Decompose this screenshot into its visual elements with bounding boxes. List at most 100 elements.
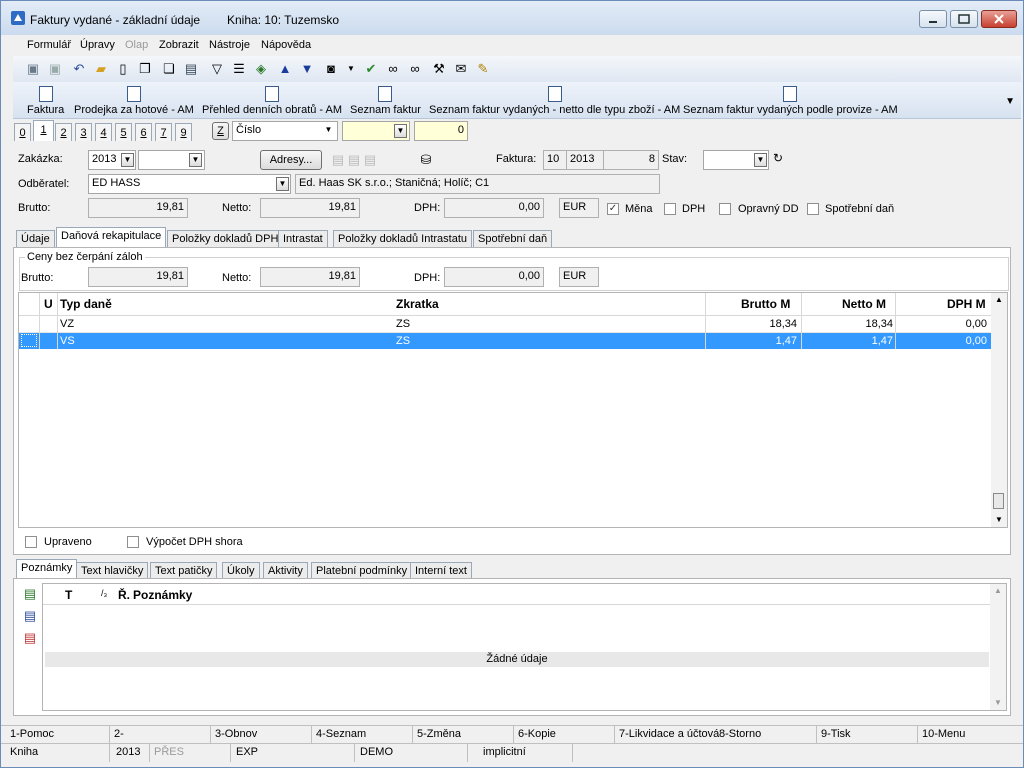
pagetab-2[interactable]: 2 xyxy=(55,123,72,141)
menu-zobrazit[interactable]: Zobrazit xyxy=(159,39,199,51)
pagetab-1[interactable]: 1 xyxy=(33,120,54,141)
col-brutto-header[interactable]: Brutto M xyxy=(741,297,790,311)
coins-icon[interactable]: ⛁ xyxy=(418,152,434,168)
filter-icon[interactable]: ▽ xyxy=(209,61,225,77)
binoculars-next-icon[interactable]: ∞ xyxy=(407,61,423,77)
paste-icon[interactable]: ❏ xyxy=(161,61,177,77)
tab-polozky-dph[interactable]: Položky dokladů DPH xyxy=(167,230,284,247)
mena-checkbox[interactable]: ✓ xyxy=(607,203,619,215)
tab-ukoly[interactable]: Úkoly xyxy=(222,562,260,579)
f6-key[interactable]: 6-Kopie xyxy=(518,728,556,740)
col-t-header[interactable]: T xyxy=(65,588,72,602)
chevron-down-icon[interactable]: ▼ xyxy=(322,124,335,138)
opravny-dd-checkbox[interactable] xyxy=(719,203,731,215)
menu-napoveda[interactable]: Nápověda xyxy=(261,39,311,51)
pagetab-9[interactable]: 9 xyxy=(175,123,192,141)
refresh-icon[interactable]: ↻ xyxy=(773,151,783,165)
report-prodejka-button[interactable]: Prodejka za hotové - AM xyxy=(74,86,194,116)
maximize-button[interactable] xyxy=(950,10,978,28)
scroll-thumb[interactable] xyxy=(993,493,1004,509)
col-dph-header[interactable]: DPH M xyxy=(947,297,986,311)
col-typ-dane-header[interactable]: Typ daně xyxy=(60,297,112,311)
f2-key[interactable]: 2- xyxy=(114,728,124,740)
col-zkratka-header[interactable]: Zkratka xyxy=(396,297,439,311)
notes-scrollbar[interactable]: ▲ ▼ xyxy=(990,584,1006,710)
chevron-down-icon[interactable]: ▼ xyxy=(994,698,1002,707)
col-u-header[interactable]: U xyxy=(44,297,53,311)
tab-spotrebni-dan[interactable]: Spotřební daň xyxy=(473,230,553,247)
report-prehled-button[interactable]: Přehled denních obratů - AM xyxy=(202,86,342,116)
menu-nastroje[interactable]: Nástroje xyxy=(209,39,250,51)
spotrebni-dan-checkbox[interactable] xyxy=(807,203,819,215)
f7-key[interactable]: 7-Likvidace a účtová xyxy=(619,728,719,740)
tab-text-paticky[interactable]: Text patičky xyxy=(150,562,218,579)
table-row[interactable]: VZ ZS 18,34 18,34 0,00 xyxy=(19,316,991,333)
table-row[interactable]: VS ZS 1,47 1,47 0,00 xyxy=(19,333,991,349)
f3-key[interactable]: 3-Obnov xyxy=(215,728,257,740)
chevron-up-icon[interactable]: ▲ xyxy=(995,295,1003,304)
report-faktura-button[interactable]: Faktura xyxy=(27,86,64,116)
new-document-icon[interactable]: ▯ xyxy=(115,61,131,77)
tab-poznamky[interactable]: Poznámky xyxy=(16,559,78,579)
save-icon[interactable]: ▣ xyxy=(25,61,41,77)
menu-upravy[interactable]: Úpravy xyxy=(80,39,115,51)
f5-key[interactable]: 5-Změna xyxy=(417,728,461,740)
tab-aktivity[interactable]: Aktivity xyxy=(263,562,308,579)
chevron-down-icon[interactable]: ▼ xyxy=(754,153,767,167)
binoculars-icon[interactable]: ∞ xyxy=(385,61,401,77)
chevron-down-icon[interactable]: ▼ xyxy=(995,515,1003,524)
upraveno-checkbox[interactable] xyxy=(25,536,37,548)
vypocet-dph-checkbox[interactable] xyxy=(127,536,139,548)
edit-note-icon[interactable]: ▤ xyxy=(22,608,38,624)
title-bar[interactable]: Faktury vydané - základní údaje Kniha: 1… xyxy=(1,1,1023,35)
tab-udaje[interactable]: Údaje xyxy=(16,230,55,247)
open-folder-icon[interactable]: ▰ xyxy=(93,61,109,77)
grid-scrollbar[interactable]: ▲ ▼ xyxy=(991,293,1007,527)
notes-icon[interactable]: ✎ xyxy=(475,61,491,77)
tab-intrastat[interactable]: Intrastat xyxy=(278,230,328,247)
chevron-down-icon[interactable]: ▼ xyxy=(189,153,202,167)
col-r-header[interactable]: Ř. xyxy=(118,588,130,602)
undo-icon[interactable]: ↶ xyxy=(71,61,87,77)
stack-icon[interactable]: ◈ xyxy=(253,61,269,77)
mail-icon[interactable]: ✉ xyxy=(453,61,469,77)
tab-interni-text[interactable]: Interní text xyxy=(410,562,472,579)
report-seznam-faktur-button[interactable]: Seznam faktur xyxy=(350,86,421,116)
tools-icon[interactable]: ⚒ xyxy=(431,61,447,77)
chevron-down-icon[interactable]: ▼ xyxy=(121,153,134,167)
tab-polozky-intrastatu[interactable]: Položky dokladů Intrastatu xyxy=(333,230,473,247)
f4-key[interactable]: 4-Seznam xyxy=(316,728,366,740)
col-sort-header[interactable]: /₃ xyxy=(101,588,107,598)
adresy-button[interactable]: Adresy... xyxy=(260,150,322,170)
arrow-up-icon[interactable]: ▲ xyxy=(277,61,293,77)
report-seznam-provize-button[interactable]: Seznam faktur vydaných podle provize - A… xyxy=(683,86,898,116)
odberatel-select[interactable]: ED HASS xyxy=(88,174,291,194)
tab-platebni-podminky[interactable]: Platební podmínky xyxy=(311,562,413,579)
run-icon[interactable]: ✔ xyxy=(363,61,379,77)
f9-key[interactable]: 9-Tisk xyxy=(821,728,851,740)
dph-checkbox[interactable] xyxy=(664,203,676,215)
chevron-down-icon[interactable]: ▼ xyxy=(394,124,407,138)
pagetab-0[interactable]: 0 xyxy=(14,123,31,141)
col-netto-header[interactable]: Netto M xyxy=(842,297,886,311)
report-seznam-netto-button[interactable]: Seznam faktur vydaných - netto dle typu … xyxy=(429,86,680,116)
camera-icon[interactable]: ◙ xyxy=(323,61,339,77)
pagetab-7[interactable]: 7 xyxy=(155,123,172,141)
menu-formular[interactable]: Formulář xyxy=(27,39,71,51)
f10-key[interactable]: 10-Menu xyxy=(922,728,965,740)
close-button[interactable] xyxy=(981,10,1017,28)
chevron-down-icon[interactable]: ▼ xyxy=(1005,96,1015,107)
add-note-icon[interactable]: ▤ xyxy=(22,586,38,602)
chevron-up-icon[interactable]: ▲ xyxy=(994,586,1002,595)
pagetab-3[interactable]: 3 xyxy=(75,123,92,141)
delete-note-icon[interactable]: ▤ xyxy=(22,630,38,646)
arrow-down-icon[interactable]: ▼ xyxy=(299,61,315,77)
copy-icon[interactable]: ❐ xyxy=(137,61,153,77)
menu-olap[interactable]: Olap xyxy=(125,39,148,51)
pagetab-4[interactable]: 4 xyxy=(95,123,112,141)
dropdown-icon[interactable]: ▼ xyxy=(343,61,359,77)
f1-key[interactable]: 1-Pomoc xyxy=(10,728,54,740)
minimize-button[interactable] xyxy=(919,10,947,28)
pagetab-5[interactable]: 5 xyxy=(115,123,132,141)
col-poznamky-header[interactable]: Poznámky xyxy=(133,588,192,602)
